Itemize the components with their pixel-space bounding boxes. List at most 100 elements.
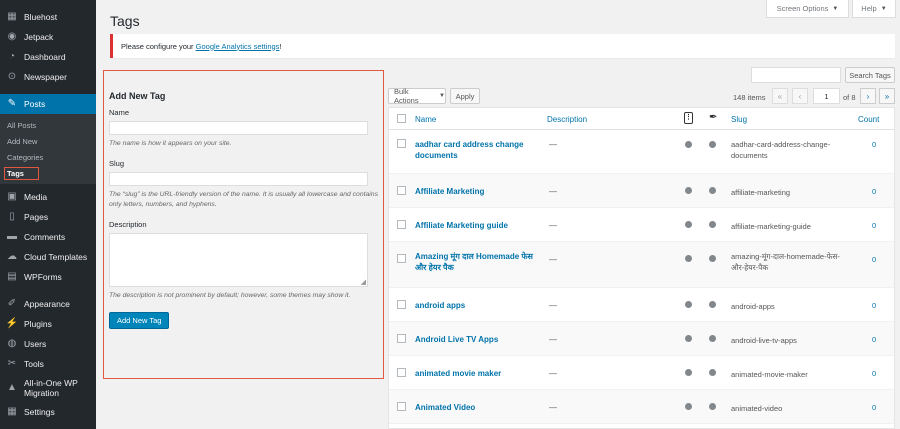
menu-jetpack[interactable]: ◉ Jetpack	[0, 27, 96, 47]
row-checkbox[interactable]	[397, 220, 406, 229]
seo-score-icon: ⋮	[684, 112, 693, 124]
menu-cloud-templates[interactable]: ☁ Cloud Templates	[0, 247, 96, 267]
tag-slug: amazing-मूंग-दाल-homemade-फेस-और-हेयर-पै…	[731, 252, 840, 272]
menu-bluehost[interactable]: ▦ Bluehost	[0, 7, 96, 27]
row-checkbox[interactable]	[397, 368, 406, 377]
plugin-icon: ⚡	[5, 318, 19, 329]
row-checkbox[interactable]	[397, 186, 406, 195]
row-checkbox[interactable]	[397, 402, 406, 411]
jetpack-icon: ◉	[7, 31, 17, 42]
add-new-tag-button[interactable]: Add New Tag	[109, 312, 170, 329]
menu-dashboard[interactable]: ◔ Dashboard	[0, 47, 96, 67]
menu-appearance[interactable]: ✐ Appearance	[0, 294, 96, 314]
total-pages: of 8	[843, 93, 856, 102]
row-checkbox[interactable]	[397, 300, 406, 309]
tag-count-link[interactable]: 0	[872, 187, 876, 196]
tag-name-link[interactable]: animated movie maker	[415, 368, 545, 379]
media-icon: ▣	[7, 191, 17, 202]
tag-count-link[interactable]: 0	[872, 403, 876, 412]
submenu-add-new[interactable]: Add New	[0, 134, 96, 150]
column-slug-header[interactable]: Slug	[731, 115, 747, 124]
menu-settings[interactable]: ▦ Settings	[0, 402, 96, 422]
tags-table: Name Description ⋮ ✒ Slug Count aadhar c…	[388, 107, 895, 429]
tag-name-link[interactable]: android apps	[415, 300, 545, 311]
tag-name-link[interactable]: Affiliate Marketing	[415, 186, 545, 197]
tag-count-link[interactable]: 0	[872, 140, 876, 149]
table-header: Name Description ⋮ ✒ Slug Count	[389, 108, 894, 130]
tag-count-link[interactable]: 0	[872, 301, 876, 310]
users-icon: ◍	[7, 338, 17, 349]
first-page-button[interactable]: «	[772, 88, 788, 104]
row-checkbox[interactable]	[397, 254, 406, 263]
readability-status-icon	[709, 403, 716, 410]
tag-description: —	[549, 221, 557, 230]
row-checkbox[interactable]	[397, 139, 406, 148]
tag-name-link[interactable]: Amazing मूंग दाल Homemade फेस और हेयर पै…	[415, 251, 545, 273]
tag-count-link[interactable]: 0	[872, 221, 876, 230]
bulk-actions-select[interactable]: Bulk Actions ▼	[388, 87, 446, 105]
tag-name-input[interactable]	[109, 121, 368, 135]
seo-status-icon	[685, 403, 692, 410]
tag-count-link[interactable]: 0	[872, 255, 876, 264]
screen-options-button[interactable]: Screen Options ▼	[766, 0, 849, 18]
menu-plugins[interactable]: ⚡ Plugins	[0, 314, 96, 334]
menu-media[interactable]: ▣ Media	[0, 187, 96, 207]
menu-users[interactable]: ◍ Users	[0, 334, 96, 354]
tag-name-link[interactable]: Android Live TV Apps	[415, 334, 545, 345]
submenu-all-posts[interactable]: All Posts	[0, 118, 96, 134]
seo-status-icon	[685, 255, 692, 262]
menu-pages[interactable]: ▯ Pages	[0, 207, 96, 227]
readability-status-icon	[709, 141, 716, 148]
tag-description: —	[549, 369, 557, 378]
column-count-header[interactable]: Count	[858, 115, 879, 124]
menu-posts[interactable]: ✎ Posts	[0, 94, 96, 114]
seo-status-icon	[685, 221, 692, 228]
menu-wpforms[interactable]: ▤ WPForms	[0, 267, 96, 287]
add-new-tag-panel: Add New Tag Name The name is how it appe…	[103, 70, 384, 379]
row-checkbox[interactable]	[397, 334, 406, 343]
posts-submenu: All Posts Add New Categories Tags	[0, 114, 96, 184]
help-button[interactable]: Help ▼	[852, 0, 896, 18]
table-row: Android Live TV Apps — android-live-tv-a…	[389, 322, 894, 356]
tag-description: —	[549, 301, 557, 310]
admin-sidebar: ▦ Bluehost ◉ Jetpack ◔ Dashboard ⊙ Newspaper…	[0, 0, 96, 429]
menu-comments[interactable]: ▬ Comments	[0, 227, 96, 247]
caret-down-icon: ▼	[832, 5, 839, 12]
seo-status-icon	[685, 369, 692, 376]
menu-all-in-one-migration[interactable]: ▲ All-in-One WP Migration	[0, 374, 96, 402]
tag-name-link[interactable]: aadhar card address change documents	[415, 139, 545, 161]
menu-newspaper[interactable]: ⊙ Newspaper	[0, 67, 96, 87]
current-page-input[interactable]: 1	[813, 88, 840, 104]
search-tags-input[interactable]	[751, 67, 841, 83]
resize-grip-icon[interactable]: ◢	[361, 278, 366, 286]
search-tags-button[interactable]: Search Tags	[845, 67, 895, 83]
last-page-button[interactable]: »	[879, 88, 895, 104]
column-name-header[interactable]: Name	[415, 115, 436, 124]
next-page-button[interactable]: ›	[860, 88, 876, 104]
select-all-checkbox[interactable]	[397, 114, 406, 123]
table-row: animated movie maker — animated-movie-ma…	[389, 356, 894, 390]
tag-slug-input[interactable]	[109, 172, 368, 186]
readability-status-icon	[709, 301, 716, 308]
wpforms-icon: ▤	[7, 271, 17, 282]
submenu-tags[interactable]: Tags	[0, 166, 96, 182]
prev-page-button[interactable]: ‹	[792, 88, 808, 104]
slug-label: Slug	[109, 159, 125, 168]
analytics-settings-link[interactable]: Google Analytics settings	[196, 42, 280, 51]
tag-slug: animated-movie-maker	[731, 370, 808, 379]
table-row: Affiliate Marketing — affiliate-marketin…	[389, 174, 894, 208]
tag-count-link[interactable]: 0	[872, 369, 876, 378]
pin-icon: ✎	[7, 98, 17, 109]
caret-down-icon: ▼	[880, 5, 887, 12]
tag-name-link[interactable]: Affiliate Marketing guide	[415, 220, 545, 231]
apply-button[interactable]: Apply	[450, 88, 480, 104]
menu-tools[interactable]: ✂ Tools	[0, 354, 96, 374]
tag-count-link[interactable]: 0	[872, 335, 876, 344]
newspaper-icon: ⊙	[7, 71, 17, 82]
submenu-categories[interactable]: Categories	[0, 150, 96, 166]
column-description-header[interactable]: Description	[547, 115, 587, 124]
tag-description-textarea[interactable]: ◢	[109, 233, 368, 287]
items-count: 148 items	[733, 93, 766, 102]
dropdown-arrow-icon: ▼	[439, 93, 445, 99]
tag-name-link[interactable]: Animated Video	[415, 402, 545, 413]
